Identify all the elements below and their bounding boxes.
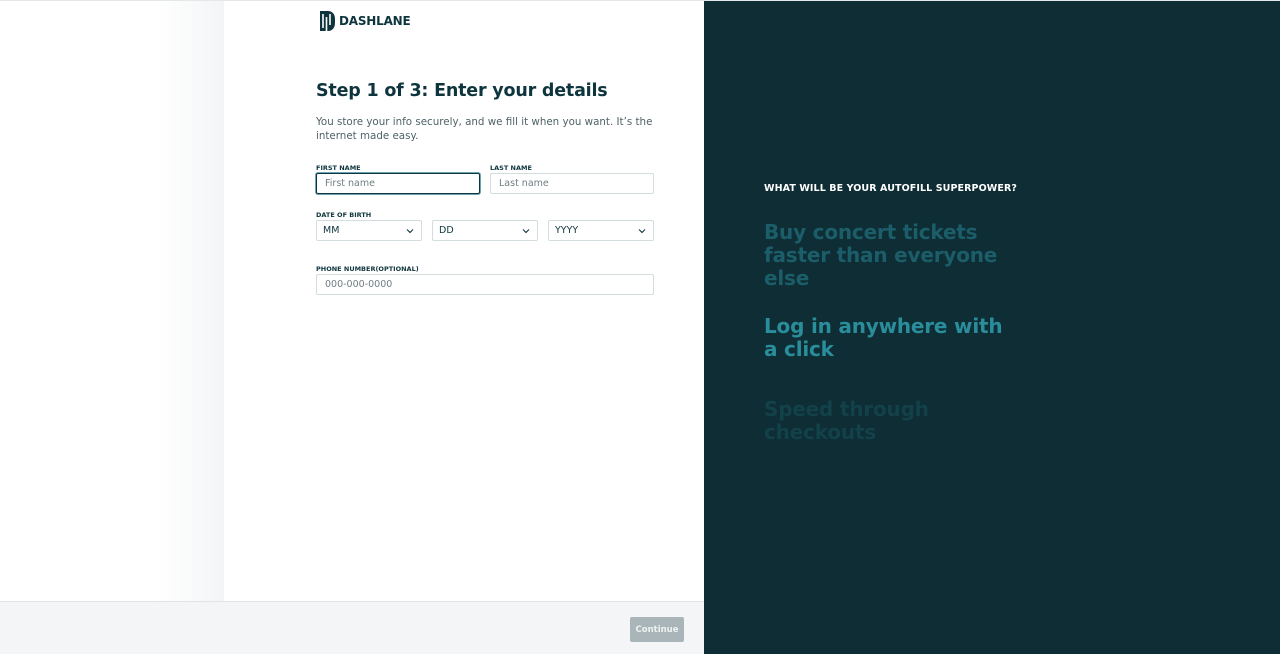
dob-year-value: YYYY xyxy=(555,225,579,236)
left-gutter xyxy=(0,1,224,601)
date-of-birth-label: DATE OF BIRTH xyxy=(316,211,372,219)
dashlane-logo-icon xyxy=(320,11,335,31)
chevron-down-icon xyxy=(638,228,646,233)
continue-button[interactable]: Continue xyxy=(630,617,684,642)
dob-month-value: MM xyxy=(323,225,340,236)
chevron-down-icon xyxy=(522,228,530,233)
first-name-label: FIRST NAME xyxy=(316,164,361,172)
form-footer: Continue xyxy=(0,601,704,654)
dob-day-select[interactable]: DD xyxy=(432,220,538,241)
promo-item: Speed through checkouts xyxy=(764,397,929,444)
promo-item-active: Log in anywhere with a click xyxy=(764,314,1003,361)
first-name-input[interactable] xyxy=(316,173,480,194)
page-title: Step 1 of 3: Enter your details xyxy=(316,81,608,101)
signup-form-pane: DASHLANE Step 1 of 3: Enter your details… xyxy=(0,1,704,654)
chevron-down-icon xyxy=(406,228,414,233)
phone-number-label: PHONE NUMBER(OPTIONAL) xyxy=(316,265,419,273)
autofill-promo-panel: WHAT WILL BE YOUR AUTOFILL SUPERPOWER? B… xyxy=(704,1,1280,654)
last-name-input[interactable] xyxy=(490,173,654,194)
dob-month-select[interactable]: MM xyxy=(316,220,422,241)
dashlane-wordmark: DASHLANE xyxy=(339,14,411,28)
promo-question: WHAT WILL BE YOUR AUTOFILL SUPERPOWER? xyxy=(764,183,1017,194)
dob-day-value: DD xyxy=(439,225,454,236)
phone-number-input[interactable] xyxy=(316,274,654,295)
dashlane-logo: DASHLANE xyxy=(320,10,411,32)
dob-year-select[interactable]: YYYY xyxy=(548,220,654,241)
promo-item: Buy concert tickets faster than everyone… xyxy=(764,220,998,290)
last-name-label: LAST NAME xyxy=(490,164,532,172)
intro-text: You store your info securely, and we fil… xyxy=(316,116,653,142)
